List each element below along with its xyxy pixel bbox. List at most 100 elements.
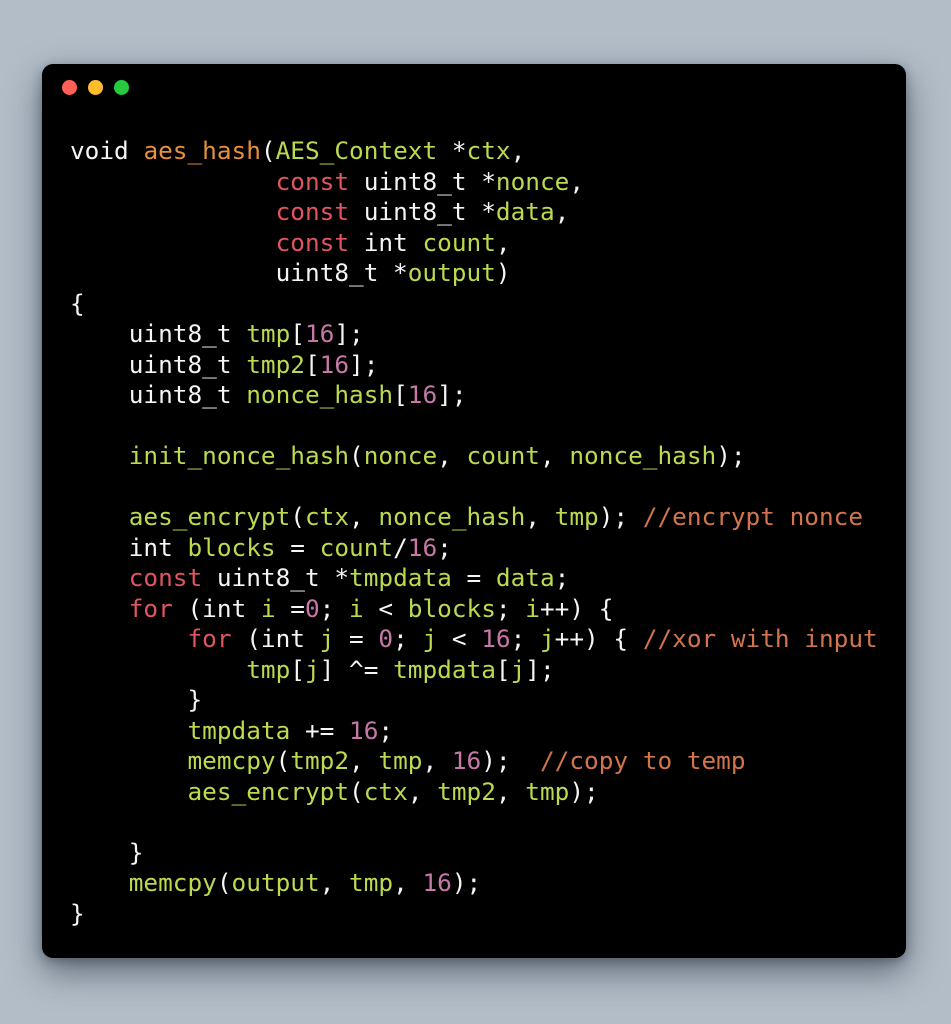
maximize-button-icon[interactable] [114, 79, 129, 95]
code-token-plain: = [451, 563, 496, 592]
code-token-plain: ] ^= [319, 654, 394, 684]
code-token-plain: < [363, 593, 408, 623]
code-token-plain: = [275, 532, 320, 562]
code-line: init_nonce_hash(nonce, count, nonce_hash… [70, 441, 746, 470]
code-token-plain: (int [172, 593, 261, 623]
code-token-ident: nonce_hash [569, 441, 717, 470]
code-token-brace: } [70, 837, 144, 867]
code-token-plain: = [334, 624, 379, 653]
code-token-plain: ); [481, 746, 540, 775]
code-line: tmpdata += 16; [70, 716, 393, 745]
minimize-button-icon[interactable] [88, 79, 103, 95]
code-token-plain: , [495, 776, 526, 806]
code-token-plain: , [525, 502, 555, 531]
code-line: uint8_t nonce_hash[16]; [70, 380, 467, 409]
code-token-ident: tmpdata [393, 654, 496, 684]
code-line: for (int i =0; i < blocks; i++) { [70, 593, 614, 623]
code-token-ident: j [422, 624, 438, 653]
code-token-plain: , [554, 197, 570, 226]
code-line: const uint8_t *tmpdata = data; [70, 563, 570, 592]
code-token-plain: int [70, 532, 188, 562]
code-line: void aes_hash(AES_Context *ctx, [70, 136, 525, 165]
source-code[interactable]: void aes_hash(AES_Context *ctx, const ui… [70, 136, 906, 929]
code-token-ident: blocks [187, 532, 276, 562]
code-token-kw: const [275, 197, 350, 226]
code-line: } [70, 899, 85, 928]
close-button-icon[interactable] [62, 79, 77, 95]
code-token-plain: ); [716, 441, 746, 470]
code-token-plain: += [290, 715, 350, 745]
code-token-num: 16 [407, 532, 438, 562]
code-token-plain: uint8_t * [349, 166, 496, 196]
code-token-comment: //xor with input [642, 624, 878, 653]
code-token-brace: { [70, 288, 85, 318]
code-token-plain: ]; [525, 654, 555, 684]
code-token-comment: //copy to temp [539, 746, 746, 775]
code-token-num: 16 [481, 624, 511, 653]
code-token-plain: void [70, 136, 129, 165]
code-token-ident: memcpy [187, 746, 276, 775]
code-token-kw: const [128, 563, 203, 592]
code-token-ident: blocks [407, 593, 496, 623]
code-token-ident: count [422, 227, 496, 257]
code-token-plain: [ [393, 380, 408, 409]
code-token-ident: ctx [363, 776, 408, 806]
code-token-plain: < [437, 624, 482, 653]
code-token-plain: , [393, 868, 423, 897]
code-token-ident: j [304, 654, 320, 684]
code-token-plain: , [319, 868, 350, 897]
code-token-plain: (int [231, 624, 320, 653]
code-token-ident: tmp [246, 654, 291, 684]
code-token-plain: ( [216, 868, 232, 897]
code-token-plain: ) [495, 258, 511, 287]
code-token-ident: data [495, 197, 555, 226]
code-line: int blocks = count/16; [70, 533, 452, 562]
code-token-ident: tmp2 [437, 776, 496, 806]
code-token-plain: ]; [334, 319, 364, 348]
code-window: void aes_hash(AES_Context *ctx, const ui… [42, 64, 906, 958]
code-line: const uint8_t *data, [70, 197, 570, 226]
code-area[interactable]: void aes_hash(AES_Context *ctx, const ui… [42, 110, 906, 929]
code-token-num: 16 [422, 868, 452, 897]
code-token-plain: ); [569, 776, 599, 806]
code-token-plain: [ [495, 654, 511, 684]
code-token-plain: ); [598, 502, 643, 531]
code-token-kw: for [187, 624, 232, 653]
code-token-ident: data [495, 563, 555, 592]
code-line: aes_encrypt(ctx, nonce_hash, tmp); //enc… [70, 502, 863, 531]
code-token-plain: , [407, 776, 438, 806]
code-token-ident: aes_encrypt [187, 776, 350, 806]
code-line: memcpy(output, tmp, 16); [70, 868, 481, 897]
code-token-num: 16 [451, 746, 482, 775]
code-token-plain: uint8_t [70, 349, 247, 379]
code-token-plain: [ [304, 349, 320, 379]
code-token-plain: ); [451, 868, 482, 897]
code-token-ident: nonce_hash [246, 380, 394, 409]
code-token-ident: tmpdata [349, 563, 452, 592]
code-token-plain: , [437, 441, 467, 470]
code-line: uint8_t tmp[16]; [70, 319, 364, 348]
code-token-ident: tmp [554, 502, 599, 531]
code-token-plain: ++) { [554, 624, 643, 653]
code-token-plain: uint8_t * [202, 563, 350, 592]
code-token-plain: ; [510, 624, 540, 653]
code-token-plain: ( [275, 746, 291, 775]
code-token-plain: [ [290, 319, 305, 348]
code-token-num: 0 [378, 624, 394, 653]
code-token-plain: , [510, 136, 526, 165]
code-token-kw: const [275, 166, 350, 196]
code-token-ident: tmp2 [290, 746, 350, 775]
code-token-ident: AES_Context [275, 136, 438, 165]
code-line: aes_encrypt(ctx, tmp2, tmp); [70, 776, 599, 806]
code-token-plain: , [349, 502, 379, 531]
code-token-plain: ; [437, 532, 452, 562]
